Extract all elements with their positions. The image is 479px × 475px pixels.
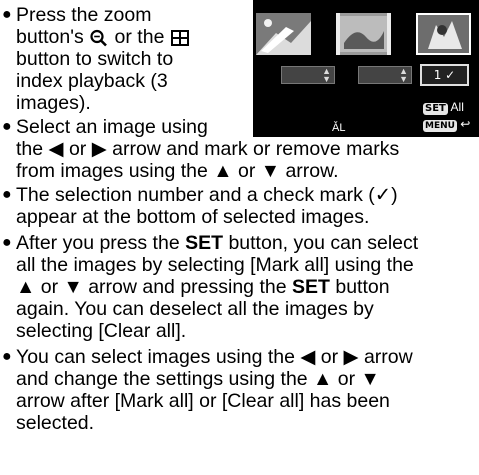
set-keyword: SET [185, 232, 224, 254]
text-segment: button, you can select [228, 232, 419, 254]
text-line: from images using the ▲ or ▼ arrow. [16, 160, 339, 182]
text-line: index playback (3 [16, 70, 168, 92]
zoom-magnifier-icon [90, 29, 108, 47]
bullet-dot: ● [2, 6, 12, 23]
selection-field-2[interactable]: ▲ ▼ [358, 66, 412, 84]
bullet-dot: ● [2, 186, 12, 203]
menu-return-hint: MENU ↩ [423, 117, 470, 132]
text-line: all the images by selecting [Mark all] u… [16, 254, 414, 276]
text-line: and change the settings using the ▲ or ▼ [16, 368, 380, 390]
camera-screen: ▲ ▼ ▲ ▼ 1 ✓ SET All MENU ↩ ǍL [253, 0, 479, 137]
text-segment: button [335, 276, 390, 298]
menu-button-label: MENU [423, 120, 457, 132]
text-line: button to switch to [16, 48, 174, 70]
index-playback-icon [170, 29, 189, 46]
thumbnail-3-selected[interactable] [416, 13, 471, 55]
selection-field-3[interactable]: 1 ✓ [420, 64, 469, 86]
selection-field-1[interactable]: ▲ ▼ [281, 66, 335, 84]
return-arrow-icon: ↩ [460, 117, 471, 131]
text-segment: ▲ or ▼ arrow and pressing the [16, 276, 287, 298]
text-line: the ◀ or ▶ arrow and mark or remove mark… [16, 138, 400, 160]
thumbnail-2[interactable] [336, 13, 391, 55]
text-line: appear at the bottom of selected images. [16, 206, 370, 228]
up-down-arrows-icon: ▲ ▼ [322, 66, 331, 84]
bullet-dot: ● [2, 348, 12, 365]
text-line: again. You can deselect all the images b… [16, 298, 374, 320]
set-action-label: All [450, 100, 464, 114]
set-keyword: SET [291, 276, 330, 298]
text-line: Press the zoom [16, 4, 152, 26]
text-line: selected. [16, 412, 95, 434]
thumbnail-1[interactable] [256, 13, 311, 55]
bullet-dot: ● [2, 234, 12, 251]
text-line: Select an image using [16, 116, 208, 138]
text-segment: button's [16, 26, 84, 48]
text-line: ▲ or ▼ arrow and pressing the SET button [16, 276, 390, 298]
text-line: You can select images using the ◀ or ▶ a… [16, 346, 413, 368]
up-down-arrows-icon: ▲ ▼ [399, 66, 408, 84]
text-line: After you press the SET button, you can … [16, 232, 418, 254]
corner-label: ǍL [332, 122, 346, 134]
text-segment: After you press the [16, 232, 180, 254]
text-segment: or the [114, 26, 165, 48]
text-line: button's or the [16, 26, 190, 48]
text-line: arrow after [Mark all] or [Clear all] ha… [16, 390, 390, 412]
text-line: selecting [Clear all]. [16, 320, 187, 342]
selection-value: 1 ✓ [433, 68, 456, 82]
text-line: The selection number and a check mark (✓… [16, 184, 398, 206]
bullet-dot: ● [2, 118, 12, 135]
set-button-label: SET [423, 103, 448, 115]
set-all-hint: SET All [423, 100, 464, 115]
text-line: images). [16, 92, 91, 114]
